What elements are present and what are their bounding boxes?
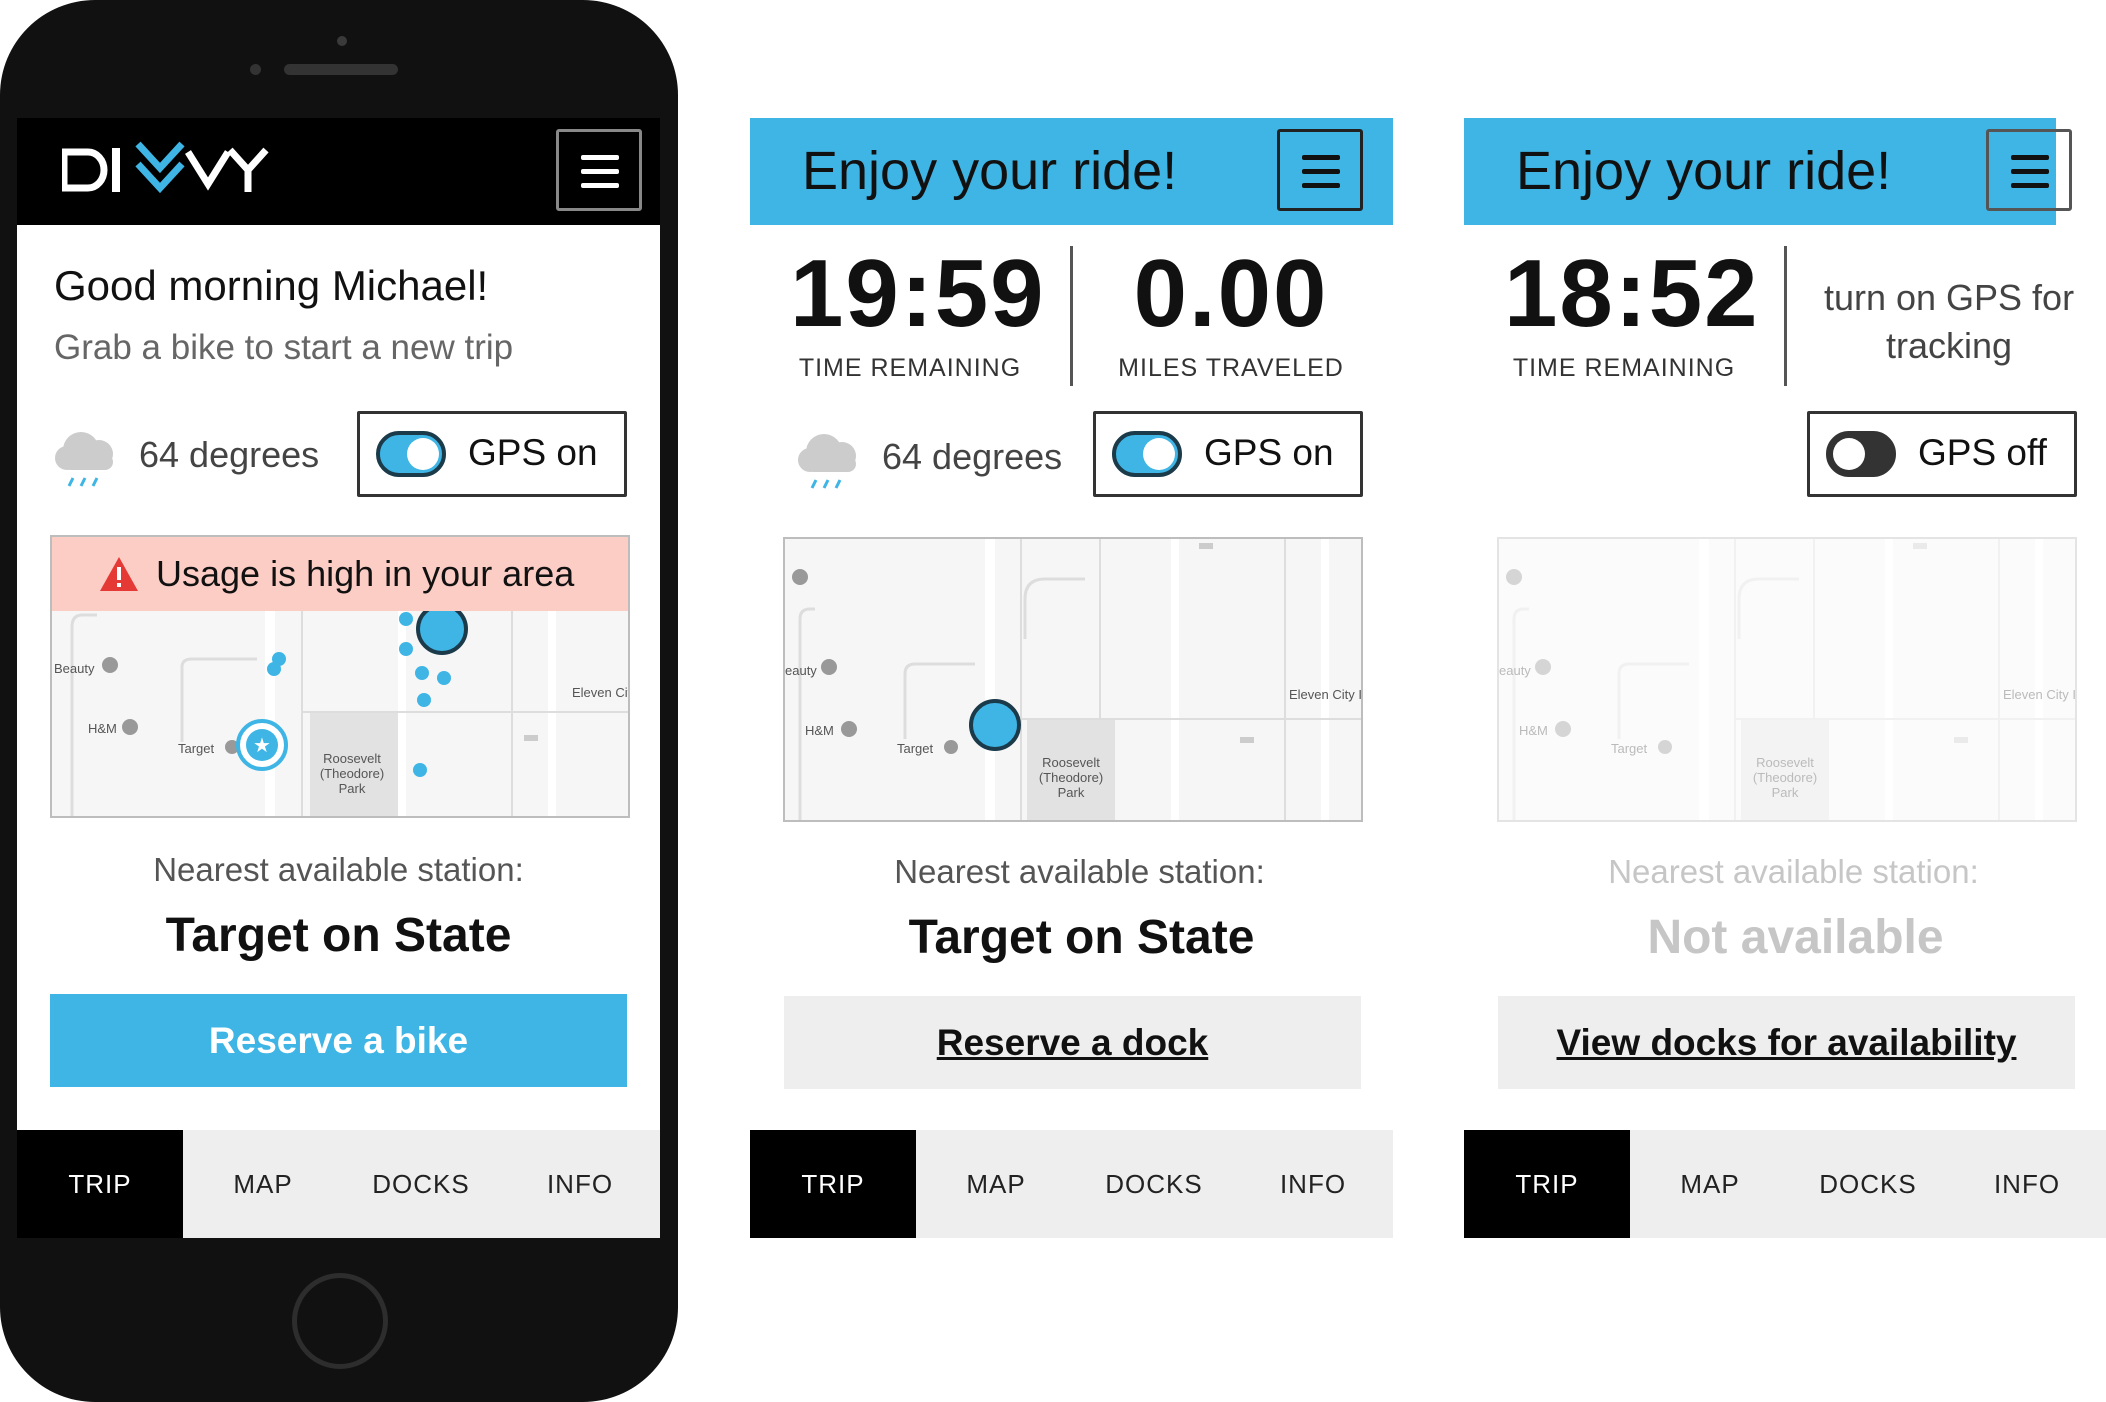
view-docks-button[interactable]: View docks for availability xyxy=(1498,996,2075,1089)
map-label-beauty: Beauty xyxy=(54,661,95,676)
tab-info[interactable]: INFO xyxy=(1947,1130,2106,1238)
tab-trip[interactable]: TRIP xyxy=(1464,1130,1630,1238)
nearest-station-label: Nearest available station: xyxy=(153,851,524,888)
gps-label: GPS on xyxy=(1204,432,1334,473)
miles-traveled-stat: 0.00 MILES TRAVELED xyxy=(1096,246,1366,383)
station-map-disabled: eauty H&M Target Roosevelt (Theodore) Pa… xyxy=(1497,537,2077,822)
ride-header-bar: Enjoy your ride! xyxy=(750,118,1393,225)
map-label-eleven: Eleven Cit xyxy=(572,685,630,700)
tab-map[interactable]: MAP xyxy=(183,1130,343,1238)
front-camera xyxy=(250,64,261,75)
miles-traveled-label: MILES TRAVELED xyxy=(1118,354,1344,382)
map-label-eleven: Eleven City I xyxy=(2003,687,2076,702)
stat-divider xyxy=(1784,246,1787,386)
map-label-park: Roosevelt (Theodore) Park xyxy=(1038,755,1104,800)
tab-docks[interactable]: DOCKS xyxy=(1074,1130,1234,1238)
miles-traveled-value: 0.00 xyxy=(1133,240,1329,347)
gps-toggle-button[interactable]: GPS on xyxy=(357,411,627,497)
header-bar xyxy=(17,118,660,225)
stat-divider xyxy=(1070,246,1073,386)
alert-text: Usage is high in your area xyxy=(156,553,575,594)
time-remaining-value: 18:52 xyxy=(1504,240,1760,347)
screen-ride-gps-on: Enjoy your ride! 19:59 TIME REMAINING 0.… xyxy=(750,118,1393,1238)
toggle-switch[interactable] xyxy=(1826,431,1896,477)
time-remaining-stat: 18:52 TIME REMAINING xyxy=(1504,240,1760,383)
temperature-label: 64 degrees xyxy=(139,434,320,475)
nearest-station-label: Nearest available station: xyxy=(1608,853,1979,890)
divvy-logo xyxy=(62,141,269,194)
hamburger-menu-button[interactable] xyxy=(1277,129,1363,211)
gps-toggle-button[interactable]: GPS on xyxy=(1093,411,1363,497)
time-remaining-label: TIME REMAINING xyxy=(1512,354,1736,382)
nearest-station-name: Not available xyxy=(1647,911,1944,964)
map-label-hm: H&M xyxy=(805,723,834,738)
map-label-target: Target xyxy=(1611,741,1648,756)
rain-cloud-icon xyxy=(798,434,856,489)
nearest-station-name: Target on State xyxy=(165,909,512,962)
bottom-tab-bar: TRIP MAP DOCKS INFO xyxy=(1464,1130,2106,1238)
time-remaining-label: TIME REMAINING xyxy=(798,354,1022,382)
hamburger-menu-button[interactable] xyxy=(556,129,642,211)
reserve-dock-button[interactable]: Reserve a dock xyxy=(784,996,1361,1089)
weather-widget: 64 degrees xyxy=(47,420,327,500)
gps-toggle-button[interactable]: GPS off xyxy=(1807,411,2077,497)
map-label-beauty: eauty xyxy=(785,663,817,678)
ride-header-bar: Enjoy your ride! xyxy=(1464,118,2056,225)
warning-icon xyxy=(100,557,138,591)
greeting-subtitle: Grab a bike to start a new trip xyxy=(54,328,514,367)
map-label-eleven: Eleven City I xyxy=(1289,687,1362,702)
reserve-bike-button[interactable]: Reserve a bike xyxy=(50,994,627,1087)
hamburger-menu-button[interactable] xyxy=(1986,129,2072,211)
tab-trip[interactable]: TRIP xyxy=(17,1130,183,1238)
speaker-grille xyxy=(284,64,398,75)
map-label-beauty: eauty xyxy=(1499,663,1531,678)
tab-trip[interactable]: TRIP xyxy=(750,1130,916,1238)
nearest-station-label: Nearest available station: xyxy=(894,853,1265,890)
ride-title: Enjoy your ride! xyxy=(1516,141,1892,201)
map-label-park: Roosevelt (Theodore) Park xyxy=(1752,755,1818,800)
toggle-switch[interactable] xyxy=(376,431,446,477)
tab-map[interactable]: MAP xyxy=(1630,1130,1790,1238)
bottom-tab-bar: TRIP MAP DOCKS INFO xyxy=(17,1130,660,1238)
temperature-label: 64 degrees xyxy=(882,436,1063,477)
station-map[interactable]: eauty H&M Target Roosevelt (Theodore) Pa… xyxy=(783,537,1363,822)
nearest-station-name: Target on State xyxy=(908,911,1255,964)
time-remaining-value: 19:59 xyxy=(790,240,1046,347)
gps-tracking-note: turn on GPS for tracking xyxy=(1823,277,2075,366)
map-label-target: Target xyxy=(178,741,215,756)
home-button[interactable] xyxy=(292,1273,388,1369)
map-label-target: Target xyxy=(897,741,934,756)
screen-ride-gps-off: Enjoy your ride! 18:52 TIME REMAINING tu… xyxy=(1464,118,2106,1238)
usage-alert-banner: Usage is high in your area xyxy=(52,537,628,611)
weather-widget: 64 degrees xyxy=(790,420,1070,500)
tab-info[interactable]: INFO xyxy=(1233,1130,1393,1238)
tab-docks[interactable]: DOCKS xyxy=(341,1130,501,1238)
gps-label: GPS on xyxy=(468,432,598,473)
map-label-hm: H&M xyxy=(88,721,117,736)
toggle-switch[interactable] xyxy=(1112,431,1182,477)
tab-info[interactable]: INFO xyxy=(500,1130,660,1238)
greeting-title: Good morning Michael! xyxy=(54,262,489,309)
map-label-park: Roosevelt (Theodore) Park xyxy=(319,751,385,796)
gps-label: GPS off xyxy=(1918,432,2047,473)
map-label-hm: H&M xyxy=(1519,723,1548,738)
screen-home: Good morning Michael! Grab a bike to sta… xyxy=(17,118,660,1238)
rain-cloud-icon xyxy=(55,432,113,487)
bottom-tab-bar: TRIP MAP DOCKS INFO xyxy=(750,1130,1393,1238)
ride-title: Enjoy your ride! xyxy=(802,141,1178,201)
svg-text:★: ★ xyxy=(253,735,271,757)
station-map[interactable]: ★ Beauty H&M Target Roosevelt (Theodore)… xyxy=(50,535,630,818)
camera-dot xyxy=(337,36,347,46)
tab-docks[interactable]: DOCKS xyxy=(1788,1130,1948,1238)
time-remaining-stat: 19:59 TIME REMAINING xyxy=(790,240,1046,383)
tab-map[interactable]: MAP xyxy=(916,1130,1076,1238)
